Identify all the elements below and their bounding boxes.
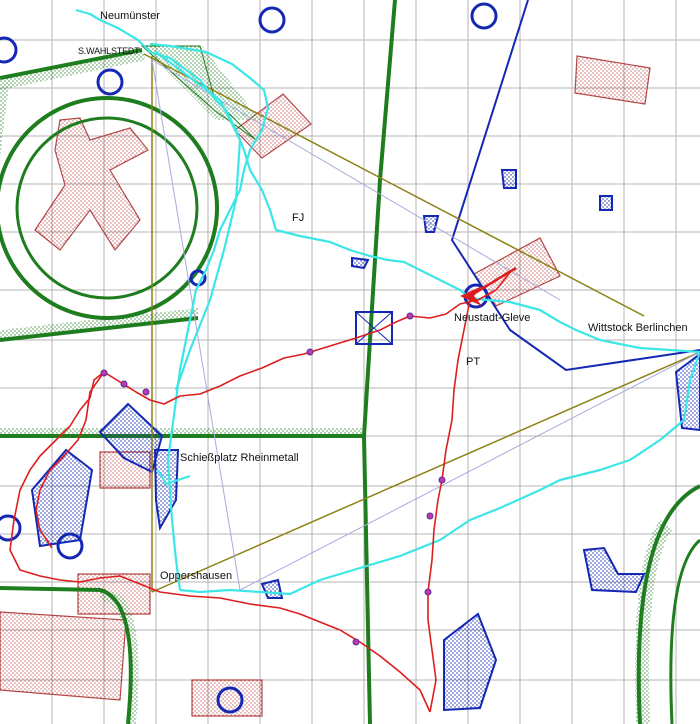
- label-schiessplatz-rheinmetall: Schießplatz Rheinmetall: [180, 452, 299, 464]
- label-fj: FJ: [292, 212, 305, 224]
- label-wahlstedt: S.WAHLSTEDT: [78, 46, 140, 56]
- label-neumuenster: Neumünster: [100, 10, 160, 22]
- label-oppershausen: Oppershausen: [160, 570, 233, 582]
- danger-areas: [0, 55, 651, 717]
- map-grid: [0, 0, 700, 724]
- label-wittstock-berlinchen: Wittstock Berlinchen: [588, 322, 688, 334]
- label-neustadt-gleve: Neustadt-Gleve: [454, 312, 531, 324]
- label-pt: PT: [466, 356, 481, 368]
- airspace-map[interactable]: Neumünster S.WAHLSTEDT FJ Neustadt-Gleve…: [0, 0, 700, 724]
- green-restricted-zones: [0, 0, 700, 724]
